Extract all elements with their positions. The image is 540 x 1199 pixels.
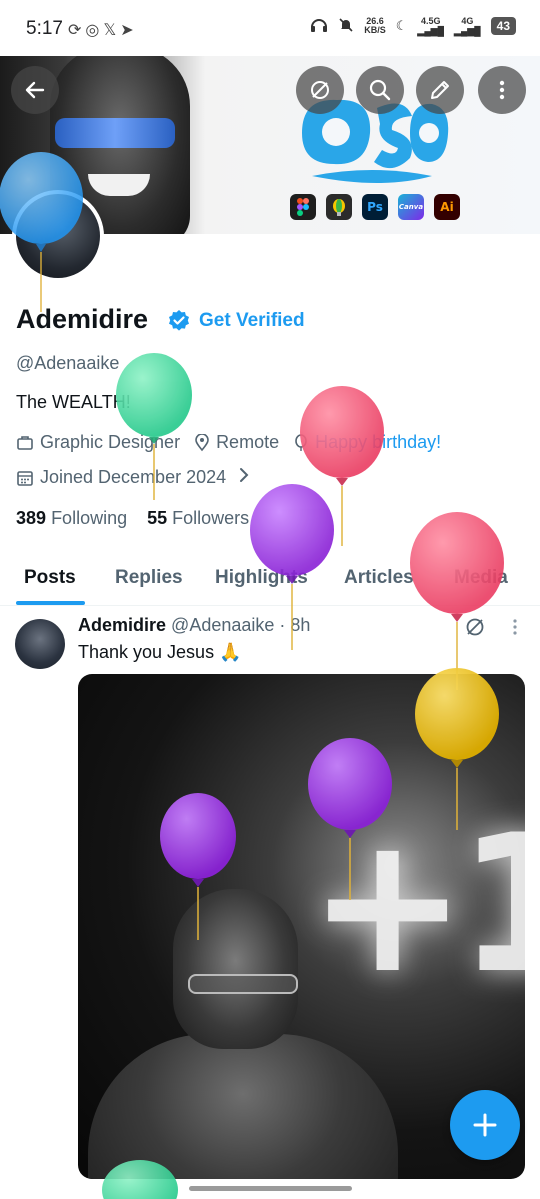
figma-icon <box>290 194 316 220</box>
illustrator-icon: Ai <box>434 194 460 220</box>
followers-stat[interactable]: 55 Followers <box>147 508 249 529</box>
signal-a-label: 4.5G <box>420 16 441 26</box>
post-header: Ademidire @Adenaaike · 8h <box>78 615 310 636</box>
battery-indicator: 43 <box>490 17 516 35</box>
net-speed-unit: KB/S <box>364 25 386 35</box>
grok-button[interactable] <box>296 66 344 114</box>
verified-badge-icon[interactable] <box>167 309 191 333</box>
tab-replies[interactable]: Replies <box>115 567 183 589</box>
canva-icon: Canva <box>398 194 424 220</box>
post-author-handle[interactable]: @Adenaaike <box>171 615 274 635</box>
post-time: · 8h <box>279 615 311 635</box>
profile-bio: The WEALTH! <box>16 392 131 412</box>
plus-icon <box>473 1113 497 1137</box>
calendar-icon <box>16 469 34 487</box>
profile-tabs: Posts Replies Highlights Articles Media <box>0 556 540 606</box>
post-more-icon[interactable] <box>506 616 524 638</box>
status-bar: 5:17 ⟳◎𝕏➤ 26.6 KB/S ☾ 4.5G ▂▄▆█ 4G ▂▄▆█ 43 <box>0 0 540 56</box>
profile-location: Remote <box>216 432 280 452</box>
back-button[interactable] <box>11 66 59 114</box>
net-speed: 26.6 KB/S <box>364 17 386 35</box>
grok-icon[interactable] <box>464 616 486 638</box>
location-icon <box>194 433 210 452</box>
avatar-image <box>16 194 100 278</box>
profile-name: Ademidire <box>16 304 149 334</box>
coreldraw-icon <box>326 194 352 220</box>
following-stat[interactable]: 389 Following <box>16 508 127 529</box>
status-notification-icons: ⟳◎𝕏➤ <box>68 20 138 40</box>
grok-icon <box>311 81 329 99</box>
whatsapp-icon: ◎ <box>85 22 104 39</box>
tab-highlights[interactable]: Highlights <box>215 567 308 589</box>
signal-a: 4.5G ▂▄▆█ <box>417 16 445 36</box>
profile-handle: @Adenaaike <box>16 353 120 373</box>
home-indicator[interactable] <box>189 1186 352 1191</box>
sync-icon: ⟳ <box>68 22 86 39</box>
profile-joined: Joined December 2024 <box>40 467 227 487</box>
followers-count: 55 <box>147 508 168 528</box>
balloon-icon <box>293 433 309 452</box>
birthday-link[interactable]: Happy birthday! <box>315 432 441 453</box>
headphones-icon <box>310 17 328 36</box>
profile-category: Graphic Designer <box>40 432 181 452</box>
profile-meta-row-2[interactable]: Joined December 2024 <box>16 467 250 488</box>
status-right: 26.6 KB/S ☾ 4.5G ▂▄▆█ 4G ▂▄▆█ 43 <box>310 16 516 36</box>
post-author-avatar[interactable] <box>15 619 65 669</box>
x-icon: 𝕏 <box>103 22 121 39</box>
photoshop-icon: Ps <box>362 194 388 220</box>
search-button[interactable] <box>356 66 404 114</box>
balloon-pink-1 <box>300 386 384 546</box>
tab-media[interactable]: Media <box>454 567 508 589</box>
followers-label: Followers <box>172 508 250 528</box>
banner-sunglasses <box>55 118 175 148</box>
post-author-name[interactable]: Ademidire <box>78 615 166 635</box>
moon-icon: ☾ <box>395 18 408 33</box>
edit-profile-button[interactable] <box>416 66 464 114</box>
search-icon <box>369 79 391 101</box>
signal-b: 4G ▂▄▆█ <box>454 16 481 36</box>
plus-one-graphic: +1 <box>308 794 525 1015</box>
edit-icon <box>431 81 449 99</box>
compose-post-button[interactable] <box>450 1090 520 1160</box>
briefcase-icon <box>16 434 34 452</box>
tab-posts[interactable]: Posts <box>24 567 76 589</box>
software-badges: Ps Canva Ai <box>290 194 460 220</box>
profile-meta-row-1: Graphic Designer Remote Happy birthday! <box>16 432 441 453</box>
following-label: Following <box>51 508 128 528</box>
following-count: 389 <box>16 508 47 528</box>
chevron-right-icon <box>238 467 250 488</box>
profile-avatar[interactable] <box>12 190 104 282</box>
status-time: 5:17 <box>26 18 63 39</box>
telegram-icon: ➤ <box>120 22 138 39</box>
person-sunglasses <box>188 974 298 994</box>
post-text: Thank you Jesus 🙏 <box>78 642 242 662</box>
more-vertical-icon <box>499 80 505 100</box>
tab-articles[interactable]: Articles <box>344 567 414 589</box>
back-icon <box>25 81 45 99</box>
mute-bell-icon <box>338 17 354 36</box>
person-jacket <box>88 1034 398 1179</box>
more-options-button[interactable] <box>478 66 526 114</box>
get-verified-link[interactable]: Get Verified <box>199 310 305 332</box>
active-tab-indicator <box>16 601 85 605</box>
person-head <box>173 889 298 1049</box>
follow-stats: 389 Following 55 Followers <box>16 508 249 529</box>
signal-b-label: 4G <box>461 16 474 26</box>
